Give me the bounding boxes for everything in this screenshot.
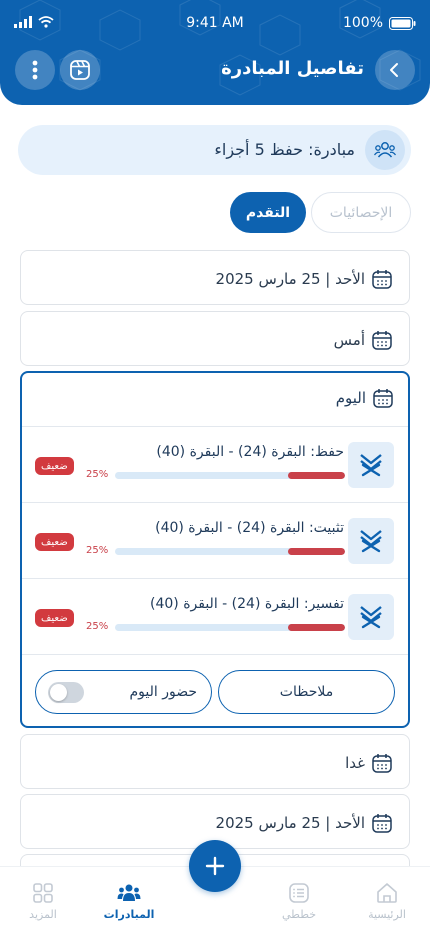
task-title: حفظ: البقرة (24) - البقرة (40) (156, 444, 344, 460)
video-reel-button[interactable] (60, 50, 100, 90)
nav-item-home[interactable]: الرئيسية (352, 881, 422, 921)
task-progress-fill (287, 548, 345, 555)
today-title: اليوم (335, 389, 366, 407)
tab-progress[interactable]: التقدم (230, 192, 306, 233)
plans-icon (289, 883, 309, 903)
task-item[interactable]: حفظ: البقرة (24) - البقرة (40) 25% ضعيف (22, 427, 408, 503)
nav-item-more[interactable]: المزيد (8, 881, 78, 921)
nav-label: المبادرات (103, 908, 155, 921)
task-progress-bar (115, 472, 345, 479)
day-date-text: غدا (345, 754, 365, 772)
nav-label: خططي (282, 908, 317, 921)
group-users-icon (365, 130, 405, 170)
page-title: تفاصيل المبادرة (221, 58, 364, 79)
status-badge: ضعيف (35, 533, 74, 551)
task-progress-fill (287, 472, 345, 479)
plus-icon (205, 856, 225, 876)
task-progress-bar (115, 548, 345, 555)
attendance-toggle[interactable] (48, 682, 84, 703)
day-date-text: أمس (333, 331, 365, 349)
task-progress-bar (115, 624, 345, 631)
status-battery: 100% (343, 15, 416, 31)
calendar-icon (373, 389, 393, 408)
task-item[interactable]: تفسير: البقرة (24) - البقرة (40) 25% ضعي… (22, 579, 408, 655)
task-progress-fill (287, 624, 345, 631)
day-label: غدا (345, 752, 393, 774)
calendar-icon (372, 331, 392, 350)
calendar-icon (372, 814, 392, 833)
task-title: تفسير: البقرة (24) - البقرة (40) (149, 596, 344, 612)
nav-item-plans[interactable]: خططي (264, 881, 334, 921)
initiative-banner: مبادرة: حفظ 5 أجزاء (18, 125, 411, 175)
title-bar: تفاصيل المبادرة (0, 50, 430, 90)
day-date-text: الأحد | 25 مارس 2025 (215, 270, 365, 288)
book-stand-icon (348, 518, 394, 564)
day-date-text: الأحد | 25 مارس 2025 (215, 814, 365, 832)
task-progress-text: 25% (86, 621, 109, 632)
back-button[interactable] (375, 50, 415, 90)
initiatives-icon (117, 884, 141, 901)
task-progress-text: 25% (86, 469, 109, 480)
day-label: أمس (334, 329, 393, 351)
day-card-today: اليوم حفظ: البقرة (24) - البقرة (40) 25%… (20, 371, 410, 728)
chevron-left-icon (390, 63, 398, 77)
day-label: الأحد | 25 مارس 2025 (216, 268, 393, 290)
notes-button[interactable]: ملاحظات (218, 670, 395, 714)
attendance-control[interactable]: حضور اليوم (35, 670, 212, 714)
day-card-yesterday[interactable]: أمس (20, 311, 410, 366)
vertical-dots-icon (32, 60, 38, 80)
today-label: اليوم (336, 387, 394, 409)
battery-percent: 100% (342, 15, 383, 31)
video-reel-icon (70, 60, 90, 80)
day-card-tomorrow[interactable]: غدا (20, 734, 410, 789)
book-stand-icon (348, 594, 394, 640)
status-badge: ضعيف (35, 457, 74, 475)
nav-item-initiatives[interactable]: المبادرات (94, 881, 164, 921)
app-header: 9:41 AM 100% تفاصيل المبادرة (0, 0, 430, 105)
tab-statistics[interactable]: الإحصائيات (311, 192, 411, 233)
nav-label: الرئيسية (368, 908, 406, 921)
grid-icon (33, 883, 53, 903)
task-progress-text: 25% (86, 545, 109, 556)
calendar-icon (372, 754, 392, 773)
day-card-past-date[interactable]: الأحد | 25 مارس 2025 (20, 250, 410, 305)
status-bar: 9:41 AM 100% (0, 14, 430, 34)
day-label: الأحد | 25 مارس 2025 (216, 812, 393, 834)
book-stand-icon (348, 442, 394, 488)
status-badge: ضعيف (35, 609, 74, 627)
task-item[interactable]: تثبيت: البقرة (24) - البقرة (40) 25% ضعي… (22, 503, 408, 579)
nav-label: المزيد (29, 908, 57, 921)
calendar-icon (372, 270, 392, 289)
toggle-knob (50, 684, 67, 701)
battery-icon (389, 16, 416, 30)
divider (22, 654, 408, 655)
task-title: تثبيت: البقرة (24) - البقرة (40) (155, 520, 344, 536)
home-icon (377, 883, 397, 903)
add-button[interactable] (189, 840, 241, 892)
initiative-title: مبادرة: حفظ 5 أجزاء (214, 140, 355, 159)
attendance-label: حضور اليوم (129, 684, 197, 700)
more-options-button[interactable] (15, 50, 55, 90)
